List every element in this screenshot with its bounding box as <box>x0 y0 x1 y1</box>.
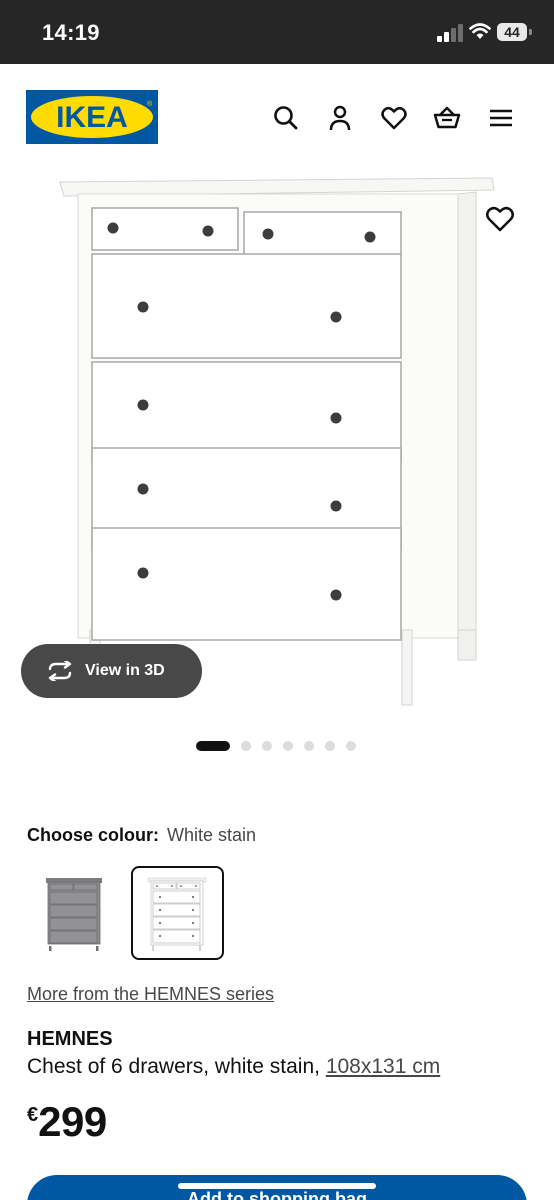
colour-chooser: Choose colour: White stain <box>27 825 256 846</box>
signal-icon <box>437 24 463 42</box>
menu-icon[interactable] <box>486 103 516 133</box>
carousel-dot-active[interactable] <box>196 741 230 751</box>
carousel-dot[interactable] <box>325 741 335 751</box>
price-currency: € <box>27 1104 39 1126</box>
basket-icon[interactable] <box>432 103 462 133</box>
rotate-3d-icon <box>45 659 75 683</box>
status-time: 14:19 <box>42 20 100 45</box>
user-icon[interactable] <box>325 103 355 133</box>
favourite-icon[interactable] <box>483 202 517 236</box>
wifi-icon <box>469 22 491 40</box>
view-in-3d-label: View in 3D <box>85 662 165 679</box>
product-description: Chest of 6 drawers, white stain, 108x131… <box>27 1055 440 1079</box>
colour-label: Choose colour: <box>27 825 160 845</box>
carousel-dot[interactable] <box>346 741 356 751</box>
product-name: HEMNES <box>27 1028 113 1050</box>
svg-text:®: ® <box>147 100 153 108</box>
carousel-dot[interactable] <box>262 741 272 751</box>
carousel-dot[interactable] <box>283 741 293 751</box>
product-dimensions-link[interactable]: 108x131 cm <box>326 1055 440 1078</box>
carousel-dot[interactable] <box>304 741 314 751</box>
colour-swatch-white[interactable] <box>131 866 224 960</box>
status-bar: 14:19 44 <box>0 0 554 64</box>
view-in-3d-button[interactable]: View in 3D <box>21 644 202 698</box>
series-link[interactable]: More from the HEMNES series <box>27 984 274 1005</box>
image-carousel-indicator[interactable] <box>196 740 356 752</box>
heart-icon[interactable] <box>379 103 409 133</box>
search-icon[interactable] <box>271 103 301 133</box>
battery-icon: 44 <box>497 23 527 41</box>
ikea-logo[interactable]: IKEA ® <box>26 90 158 144</box>
colour-selected-value: White stain <box>167 825 257 845</box>
logo-text: IKEA <box>56 101 128 134</box>
price-amount: 299 <box>38 1098 107 1145</box>
home-indicator[interactable] <box>178 1183 376 1189</box>
colour-swatch-grey[interactable] <box>34 866 127 960</box>
carousel-dot[interactable] <box>241 741 251 751</box>
add-to-bag-label: Add to shopping bag <box>187 1189 367 1200</box>
product-description-text: Chest of 6 drawers, white stain, <box>27 1055 320 1078</box>
battery-tip <box>529 29 532 35</box>
product-price: €299 <box>27 1098 107 1146</box>
